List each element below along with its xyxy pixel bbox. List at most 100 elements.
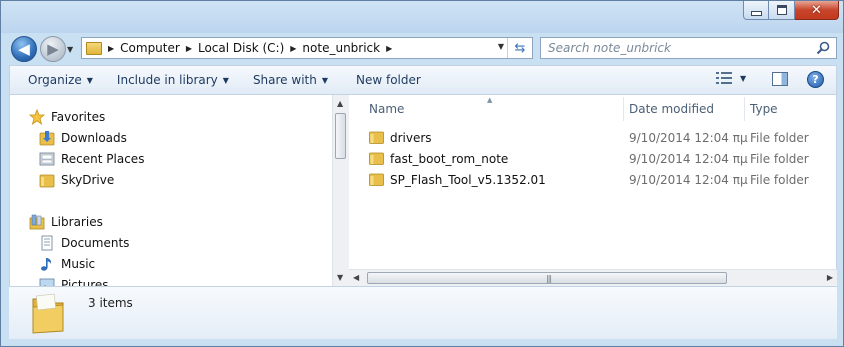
column-header-date[interactable]: Date modified (629, 95, 744, 123)
organize-button[interactable]: Organize ▼ (28, 66, 93, 94)
chevron-down-icon: ▼ (321, 75, 328, 85)
nav-item-downloads[interactable]: Downloads (39, 130, 127, 146)
chevron-down-icon: ▼ (740, 73, 747, 83)
file-name: SP_Flash_Tool_v5.1352.01 (390, 173, 546, 187)
breadcrumb-local-disk[interactable]: Local Disk (C:) (198, 41, 284, 55)
column-header-type[interactable]: Type (750, 95, 830, 123)
file-date: 9/10/2014 12:04 πμ (629, 131, 748, 145)
documents-label: Documents (61, 236, 130, 250)
scroll-right-icon[interactable]: ▶ (827, 273, 833, 282)
file-name: fast_boot_rom_note (390, 152, 509, 166)
search-input[interactable]: Search note_unbrick (540, 37, 837, 59)
downloads-folder-icon (39, 131, 55, 146)
column-type-label: Type (750, 102, 778, 116)
column-divider[interactable] (744, 97, 745, 121)
address-dropdown-icon[interactable]: ▼ (498, 42, 504, 51)
item-count: 3 items (88, 296, 133, 310)
folder-icon (369, 173, 384, 186)
folder-icon (369, 131, 384, 144)
breadcrumb-computer[interactable]: Computer (120, 41, 180, 55)
column-name-label: Name (369, 102, 405, 116)
file-type: File folder (750, 152, 809, 166)
libraries-label: Libraries (51, 215, 103, 229)
scroll-left-icon[interactable]: ◀ (353, 273, 359, 282)
back-arrow-icon: ◀ (18, 39, 30, 58)
file-list: ▲ Name Date modified Type drivers 9/10/2… (349, 95, 837, 286)
change-view-button[interactable]: ▼ (716, 72, 746, 84)
grip-icon: ||| (546, 274, 552, 283)
file-name: drivers (390, 131, 432, 145)
title-bar[interactable]: ✕ (1, 1, 843, 33)
nav-item-skydrive[interactable]: SkyDrive (39, 172, 114, 188)
music-note-icon (41, 258, 52, 271)
chevron-down-icon: ▼ (222, 75, 229, 85)
recent-places-icon (39, 152, 55, 166)
column-divider[interactable] (623, 97, 624, 121)
file-row[interactable]: fast_boot_rom_note 9/10/2014 12:04 πμ Fi… (349, 149, 836, 170)
navigation-pane: Favorites Downloads Recent Places SkyDri… (9, 95, 332, 286)
nav-item-music[interactable]: Music (39, 256, 95, 272)
file-type: File folder (750, 131, 809, 145)
documents-icon (41, 235, 53, 251)
help-button[interactable]: ? (807, 71, 824, 88)
search-icon[interactable] (816, 41, 830, 55)
recent-pages-dropdown-icon[interactable]: ▼ (67, 45, 73, 54)
command-bar: Organize ▼ Include in library ▼ Share with… (9, 65, 837, 95)
libraries-icon (29, 214, 45, 230)
column-header-name[interactable]: Name (369, 95, 624, 123)
file-date: 9/10/2014 12:04 πμ (629, 152, 748, 166)
recent-places-label: Recent Places (61, 152, 145, 166)
forward-arrow-icon: ▶ (47, 39, 59, 58)
address-bar[interactable]: ▶ Computer ▶ Local Disk (C:) ▶ note_unbr… (81, 37, 533, 59)
window-controls: ✕ (743, 1, 839, 20)
scrollbar-thumb[interactable]: ||| (367, 272, 727, 284)
navigation-pane-scrollbar[interactable]: ▲ ▼ (332, 95, 349, 286)
share-with-button[interactable]: Share with ▼ (253, 66, 328, 94)
file-row[interactable]: drivers 9/10/2014 12:04 πμ File folder (349, 128, 836, 149)
minimize-button[interactable] (743, 1, 769, 20)
nav-item-recent-places[interactable]: Recent Places (39, 151, 144, 167)
new-folder-label: New folder (356, 73, 421, 87)
pictures-label: Pictures (61, 278, 109, 286)
refresh-icon: ⇆ (514, 40, 526, 56)
pictures-icon (39, 278, 55, 286)
favorites-label: Favorites (51, 110, 106, 124)
chevron-right-icon[interactable]: ▶ (186, 44, 192, 53)
nav-item-pictures[interactable]: Pictures (39, 277, 109, 286)
file-type: File folder (750, 173, 809, 187)
breadcrumb-note-unbrick[interactable]: note_unbrick (302, 41, 380, 55)
chevron-right-icon[interactable]: ▶ (290, 44, 296, 53)
folder-icon (86, 41, 102, 55)
search-placeholder: Search note_unbrick (548, 41, 671, 55)
nav-item-libraries[interactable]: Libraries (29, 214, 103, 230)
close-button[interactable]: ✕ (795, 1, 839, 20)
include-in-library-button[interactable]: Include in library ▼ (117, 66, 229, 94)
scroll-down-icon[interactable]: ▼ (337, 273, 343, 282)
folder-icon (32, 293, 64, 334)
nav-item-favorites[interactable]: Favorites (29, 109, 105, 125)
organize-label: Organize (28, 73, 82, 87)
share-with-label: Share with (252, 73, 317, 87)
include-in-library-label: Include in library (116, 73, 218, 87)
skydrive-label: SkyDrive (61, 173, 115, 187)
explorer-window: ✕ ◀ ▶ ▼ ▶ Computer ▶ Local Disk (C:) ▶ n… (0, 0, 844, 347)
maximize-button[interactable] (769, 1, 795, 20)
file-list-horizontal-scrollbar[interactable]: ◀ ||| ▶ (349, 269, 837, 286)
close-icon: ✕ (811, 2, 822, 18)
file-row[interactable]: SP_Flash_Tool_v5.1352.01 9/10/2014 12:04… (349, 170, 836, 191)
preview-pane-button[interactable] (772, 72, 788, 86)
new-folder-button[interactable]: New folder (356, 66, 421, 94)
back-button[interactable]: ◀ (11, 36, 37, 62)
column-date-label: Date modified (629, 102, 715, 116)
minimize-icon (750, 10, 762, 16)
nav-item-documents[interactable]: Documents (39, 235, 129, 251)
chevron-right-icon[interactable]: ▶ (108, 44, 114, 53)
details-pane: 3 items (9, 286, 837, 339)
refresh-button[interactable]: ⇆ (507, 38, 532, 58)
folder-icon (39, 174, 55, 188)
star-icon (29, 109, 45, 125)
forward-button[interactable]: ▶ (40, 36, 66, 62)
chevron-right-icon[interactable]: ▶ (386, 44, 392, 53)
scroll-up-icon[interactable]: ▲ (337, 99, 343, 108)
scrollbar-thumb[interactable] (335, 113, 346, 159)
